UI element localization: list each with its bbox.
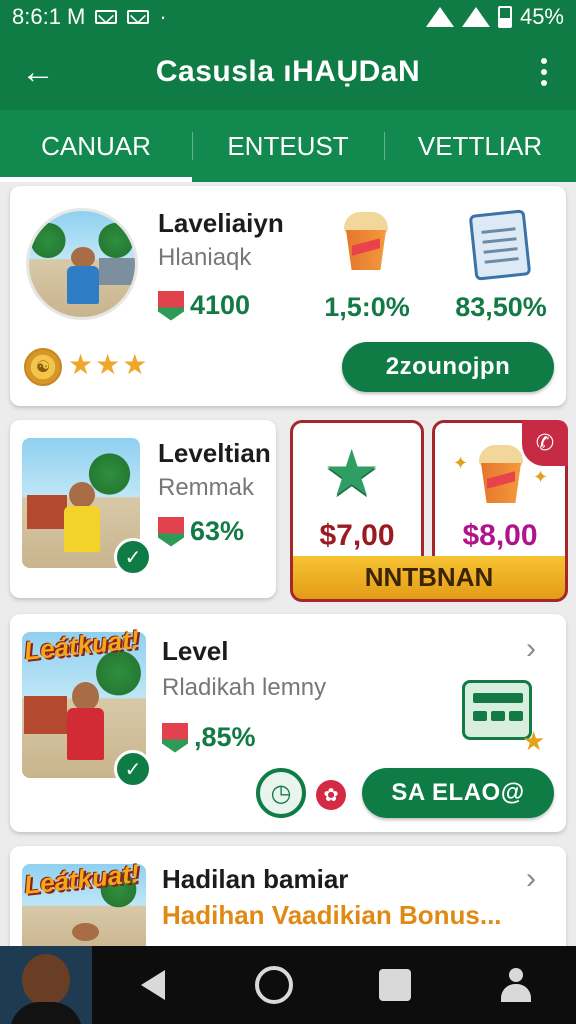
avatar — [26, 208, 138, 320]
player-subtitle: Remmak — [158, 474, 255, 501]
sparkle-icon: ✦ — [453, 453, 469, 473]
score-value: 4100 — [190, 290, 251, 320]
player-name: Laveliaiyn — [158, 208, 284, 238]
tab-bar: CANUAR ENTEUST VETTLIAR — [0, 110, 576, 182]
more-vert-icon[interactable] — [512, 34, 576, 110]
offer-price-left: $7,00 — [319, 519, 395, 552]
nav-recents-button[interactable] — [334, 946, 455, 1024]
circle-home-icon — [254, 966, 293, 1004]
progress-percent: 63% — [158, 516, 244, 547]
user-avatar-thumbnail[interactable] — [0, 946, 92, 1024]
status-bar: 8:6:1 M · 45% — [0, 0, 576, 34]
medal-icon: ☯ — [24, 348, 62, 386]
mail-icon — [127, 10, 150, 24]
nav-home-button[interactable] — [213, 946, 334, 1024]
battery-percent: 45% — [519, 4, 564, 29]
status-time: 8:6:1 M — [12, 4, 86, 29]
notification-icon — [95, 10, 118, 24]
percent-value: ,85% — [194, 722, 256, 752]
phone-icon[interactable]: ✆ — [522, 420, 568, 466]
level-card-1[interactable]: Laveliaiyn Hlaniaqk 4100 1,5:0% 83,50% ☯… — [10, 186, 566, 406]
player-subtitle: Rladikah lemny — [162, 674, 327, 701]
cup-stat-value: 1,5:0% — [324, 292, 410, 322]
player-name: Hadilan bamiar — [162, 864, 349, 894]
player-name: Leveltian — [158, 438, 271, 468]
clock-button[interactable]: ◷ — [256, 768, 306, 818]
level-card-3[interactable]: Leátkuat! ✓ Level Rladikah lemny ,85% › … — [10, 614, 566, 832]
nav-profile-button[interactable] — [455, 946, 576, 1024]
card1-action-button[interactable]: 2zounojpn — [342, 342, 554, 392]
rating-stars: ★★★ — [68, 349, 150, 380]
coffee-cup-icon — [342, 212, 390, 270]
progress-percent: ,85% — [162, 722, 256, 753]
flower-icon: ✿ — [316, 780, 346, 810]
nav-back-button[interactable] — [92, 946, 213, 1024]
doc-stat-value: 83,50% — [455, 292, 547, 322]
app-bar: ← Casusla ıHAỤDaN — [0, 34, 576, 110]
card3-action-button[interactable]: SA ELAO@ — [362, 768, 554, 818]
rank-badge-icon — [162, 722, 188, 753]
coffee-cup-icon — [477, 445, 525, 503]
bonus-subtitle: Hadihan Vaadikian Bonus... — [162, 900, 502, 930]
system-nav-bar — [0, 946, 576, 1024]
person-icon — [499, 968, 533, 1002]
document-icon — [468, 209, 532, 281]
chevron-right-icon[interactable]: › — [526, 862, 536, 896]
triangle-back-icon — [140, 970, 165, 1000]
back-arrow-icon[interactable]: ← — [0, 34, 76, 110]
rank-badge-icon — [158, 290, 184, 321]
tab-canuar[interactable]: CANUAR — [0, 110, 192, 182]
signal-icon — [461, 7, 490, 27]
tab-enteust[interactable]: ENTEUST — [192, 110, 384, 182]
wifi-icon — [425, 7, 454, 27]
check-icon: ✓ — [114, 538, 152, 576]
battery-icon — [497, 6, 512, 28]
player-name: Level — [162, 636, 229, 666]
star-icon: ★ — [522, 726, 546, 756]
offer-price-right: $8,00 — [462, 519, 538, 552]
player-score: 4100 — [158, 290, 250, 321]
status-dot: · — [159, 4, 167, 29]
player-subtitle: Hlaniaqk — [158, 244, 252, 271]
sparkle-icon: ✦ — [533, 467, 549, 487]
star-icon: ★ — [323, 437, 381, 509]
chevron-right-icon[interactable]: › — [526, 632, 536, 666]
level-card-4[interactable]: Leátkuat! Hadilan bamiar Hadihan Vaadiki… — [10, 846, 566, 956]
level-card-2[interactable]: ✓ Leveltian Remmak 63% — [10, 420, 276, 598]
percent-value: 63% — [190, 516, 245, 546]
page-title: Casusla ıHAỤDaN — [155, 55, 421, 88]
offer-banner-button[interactable]: NNTBNAN — [290, 556, 568, 602]
square-recents-icon — [378, 969, 411, 1001]
tab-vettliar[interactable]: VETTLIAR — [384, 110, 576, 182]
check-icon: ✓ — [114, 750, 152, 788]
rank-badge-icon — [158, 516, 184, 547]
